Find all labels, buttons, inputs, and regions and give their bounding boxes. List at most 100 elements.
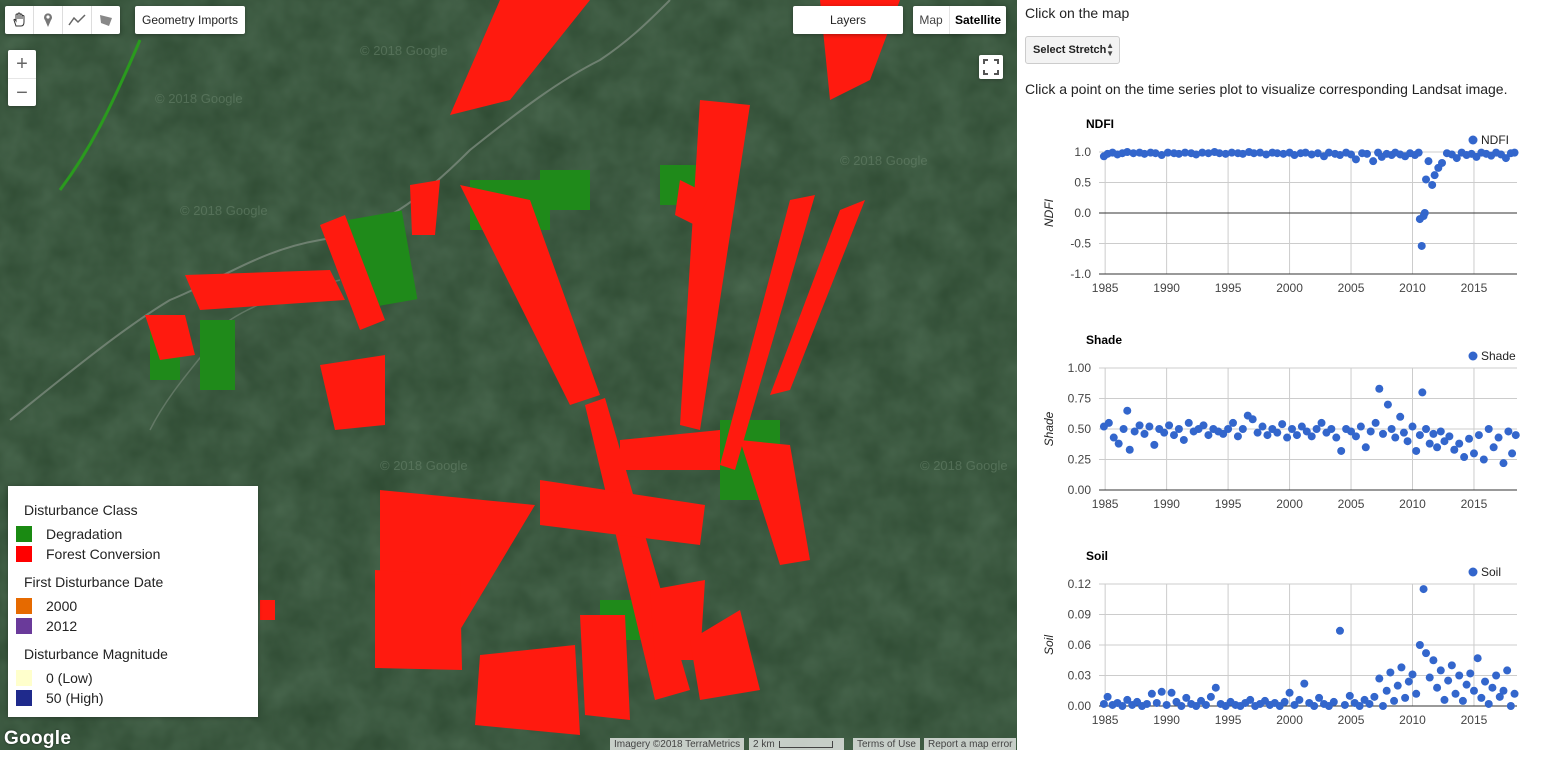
watermark-text: © 2018 Google bbox=[180, 203, 268, 218]
data-point bbox=[1430, 171, 1439, 180]
data-point bbox=[1415, 641, 1424, 649]
data-point bbox=[1408, 670, 1417, 679]
marker-icon[interactable] bbox=[34, 6, 63, 34]
y-tick-label: 0.00 bbox=[1068, 483, 1092, 497]
y-tick-label: 0.00 bbox=[1068, 699, 1092, 713]
legend-item-label: Degradation bbox=[46, 526, 123, 542]
data-point bbox=[1462, 680, 1471, 689]
map-type-satellite-button[interactable]: Satellite bbox=[950, 6, 1006, 34]
report-map-error-link[interactable]: Report a map error bbox=[924, 738, 1017, 750]
data-point bbox=[1510, 689, 1519, 698]
legend-label: Soil bbox=[1481, 565, 1501, 579]
data-point bbox=[1317, 418, 1326, 427]
data-point bbox=[1147, 689, 1156, 698]
legend-marker bbox=[1468, 351, 1478, 361]
data-point bbox=[1469, 449, 1478, 458]
scale-label: 2 km bbox=[753, 738, 775, 750]
data-point bbox=[1422, 425, 1431, 433]
data-point bbox=[1375, 384, 1384, 393]
scale-bar[interactable]: 2 km bbox=[749, 738, 844, 750]
zoom-out-button[interactable]: − bbox=[8, 79, 36, 107]
fullscreen-icon bbox=[983, 59, 999, 75]
data-point bbox=[1503, 666, 1512, 675]
data-point bbox=[1489, 443, 1498, 452]
data-point bbox=[1160, 428, 1169, 437]
layers-button[interactable]: Layers bbox=[793, 6, 903, 34]
data-point bbox=[1152, 698, 1161, 707]
y-tick-label: 0.09 bbox=[1068, 608, 1092, 622]
ndfi-chart[interactable]: NDFI NDFI NDFI 1.0 0.5 0.0 -0.5 -1.0 1985 1990 199… bbox=[1017, 108, 1541, 320]
data-point bbox=[1238, 425, 1247, 433]
data-point bbox=[1345, 691, 1354, 700]
data-point bbox=[1424, 157, 1433, 166]
data-point bbox=[1233, 432, 1242, 441]
data-point bbox=[1422, 175, 1431, 184]
data-point bbox=[1351, 155, 1360, 164]
data-point bbox=[1393, 681, 1402, 690]
data-point bbox=[1477, 693, 1486, 702]
map-type-map-button[interactable]: Map bbox=[913, 6, 950, 34]
data-point bbox=[1167, 688, 1176, 697]
data-point bbox=[1511, 431, 1520, 440]
shade-chart[interactable]: Shade Shade Shade 1.00 0.75 0.50 0.25 0.00 1985 1… bbox=[1017, 324, 1541, 536]
imagery-attribution: Imagery ©2018 TerraMetrics bbox=[610, 738, 745, 750]
data-point bbox=[1484, 699, 1493, 708]
legend-item: Degradation bbox=[16, 526, 122, 542]
y-tick-label: 0.50 bbox=[1068, 422, 1092, 436]
data-point bbox=[1499, 459, 1508, 468]
data-point bbox=[1179, 435, 1188, 444]
google-logo: Google bbox=[4, 728, 72, 749]
watermark-text: © 2018 Google bbox=[920, 458, 1008, 473]
data-point bbox=[1142, 699, 1151, 708]
legend-marker bbox=[1468, 567, 1478, 577]
data-point bbox=[1414, 148, 1423, 157]
legend-swatch bbox=[16, 598, 32, 614]
y-tick-label: 0.5 bbox=[1074, 176, 1091, 190]
data-point bbox=[1391, 433, 1400, 442]
x-tick-label: 2005 bbox=[1338, 281, 1365, 295]
data-point bbox=[1285, 688, 1294, 697]
data-point bbox=[1135, 421, 1144, 430]
terms-link[interactable]: Terms of Use bbox=[853, 738, 920, 750]
fullscreen-button[interactable] bbox=[979, 55, 1003, 79]
legend-item: 50 (High) bbox=[16, 690, 104, 706]
data-point bbox=[1494, 433, 1503, 442]
data-point bbox=[1310, 702, 1319, 710]
data-point bbox=[1422, 649, 1431, 658]
data-point bbox=[1499, 686, 1508, 695]
hand-icon[interactable] bbox=[5, 6, 34, 34]
line-icon[interactable] bbox=[63, 6, 92, 34]
updown-arrows-icon: ▲ ▼ bbox=[1106, 41, 1114, 58]
geometry-imports-button[interactable]: Geometry Imports bbox=[135, 6, 245, 34]
data-point bbox=[1473, 654, 1482, 663]
data-point bbox=[1387, 425, 1396, 433]
data-point bbox=[1504, 427, 1513, 436]
data-point bbox=[1332, 433, 1341, 442]
data-point bbox=[1099, 699, 1108, 708]
map-canvas[interactable]: © 2018 Google © 2018 Google © 2018 Googl… bbox=[0, 0, 1017, 750]
legend-swatch bbox=[16, 670, 32, 686]
y-tick-label: -0.5 bbox=[1070, 237, 1091, 251]
data-point bbox=[1417, 241, 1426, 250]
legend-item-label: 0 (Low) bbox=[46, 670, 93, 686]
chart-title: Shade bbox=[1086, 333, 1122, 347]
select-stretch-dropdown[interactable]: Select Stretch ▲ ▼ bbox=[1025, 36, 1120, 64]
polygon-icon[interactable] bbox=[92, 6, 120, 34]
soil-chart[interactable]: Soil Soil Soil 0.12 0.09 0.06 0.03 0.00 1985 1990… bbox=[1017, 540, 1541, 752]
zoom-in-button[interactable]: + bbox=[8, 50, 36, 79]
data-point bbox=[1481, 677, 1490, 686]
data-point bbox=[1248, 415, 1257, 424]
data-point bbox=[1455, 439, 1464, 448]
data-point bbox=[1415, 431, 1424, 440]
x-tick-label: 2010 bbox=[1399, 281, 1426, 295]
data-point bbox=[1174, 425, 1183, 433]
data-point bbox=[1370, 692, 1379, 701]
x-tick-label: 1985 bbox=[1092, 497, 1119, 511]
data-point bbox=[1119, 425, 1128, 433]
watermark-text: © 2018 Google bbox=[840, 153, 928, 168]
data-point bbox=[1425, 673, 1434, 682]
data-point bbox=[1436, 427, 1445, 436]
legend-item-label: 50 (High) bbox=[46, 690, 104, 706]
data-point bbox=[1201, 700, 1210, 709]
data-point bbox=[1479, 455, 1488, 464]
